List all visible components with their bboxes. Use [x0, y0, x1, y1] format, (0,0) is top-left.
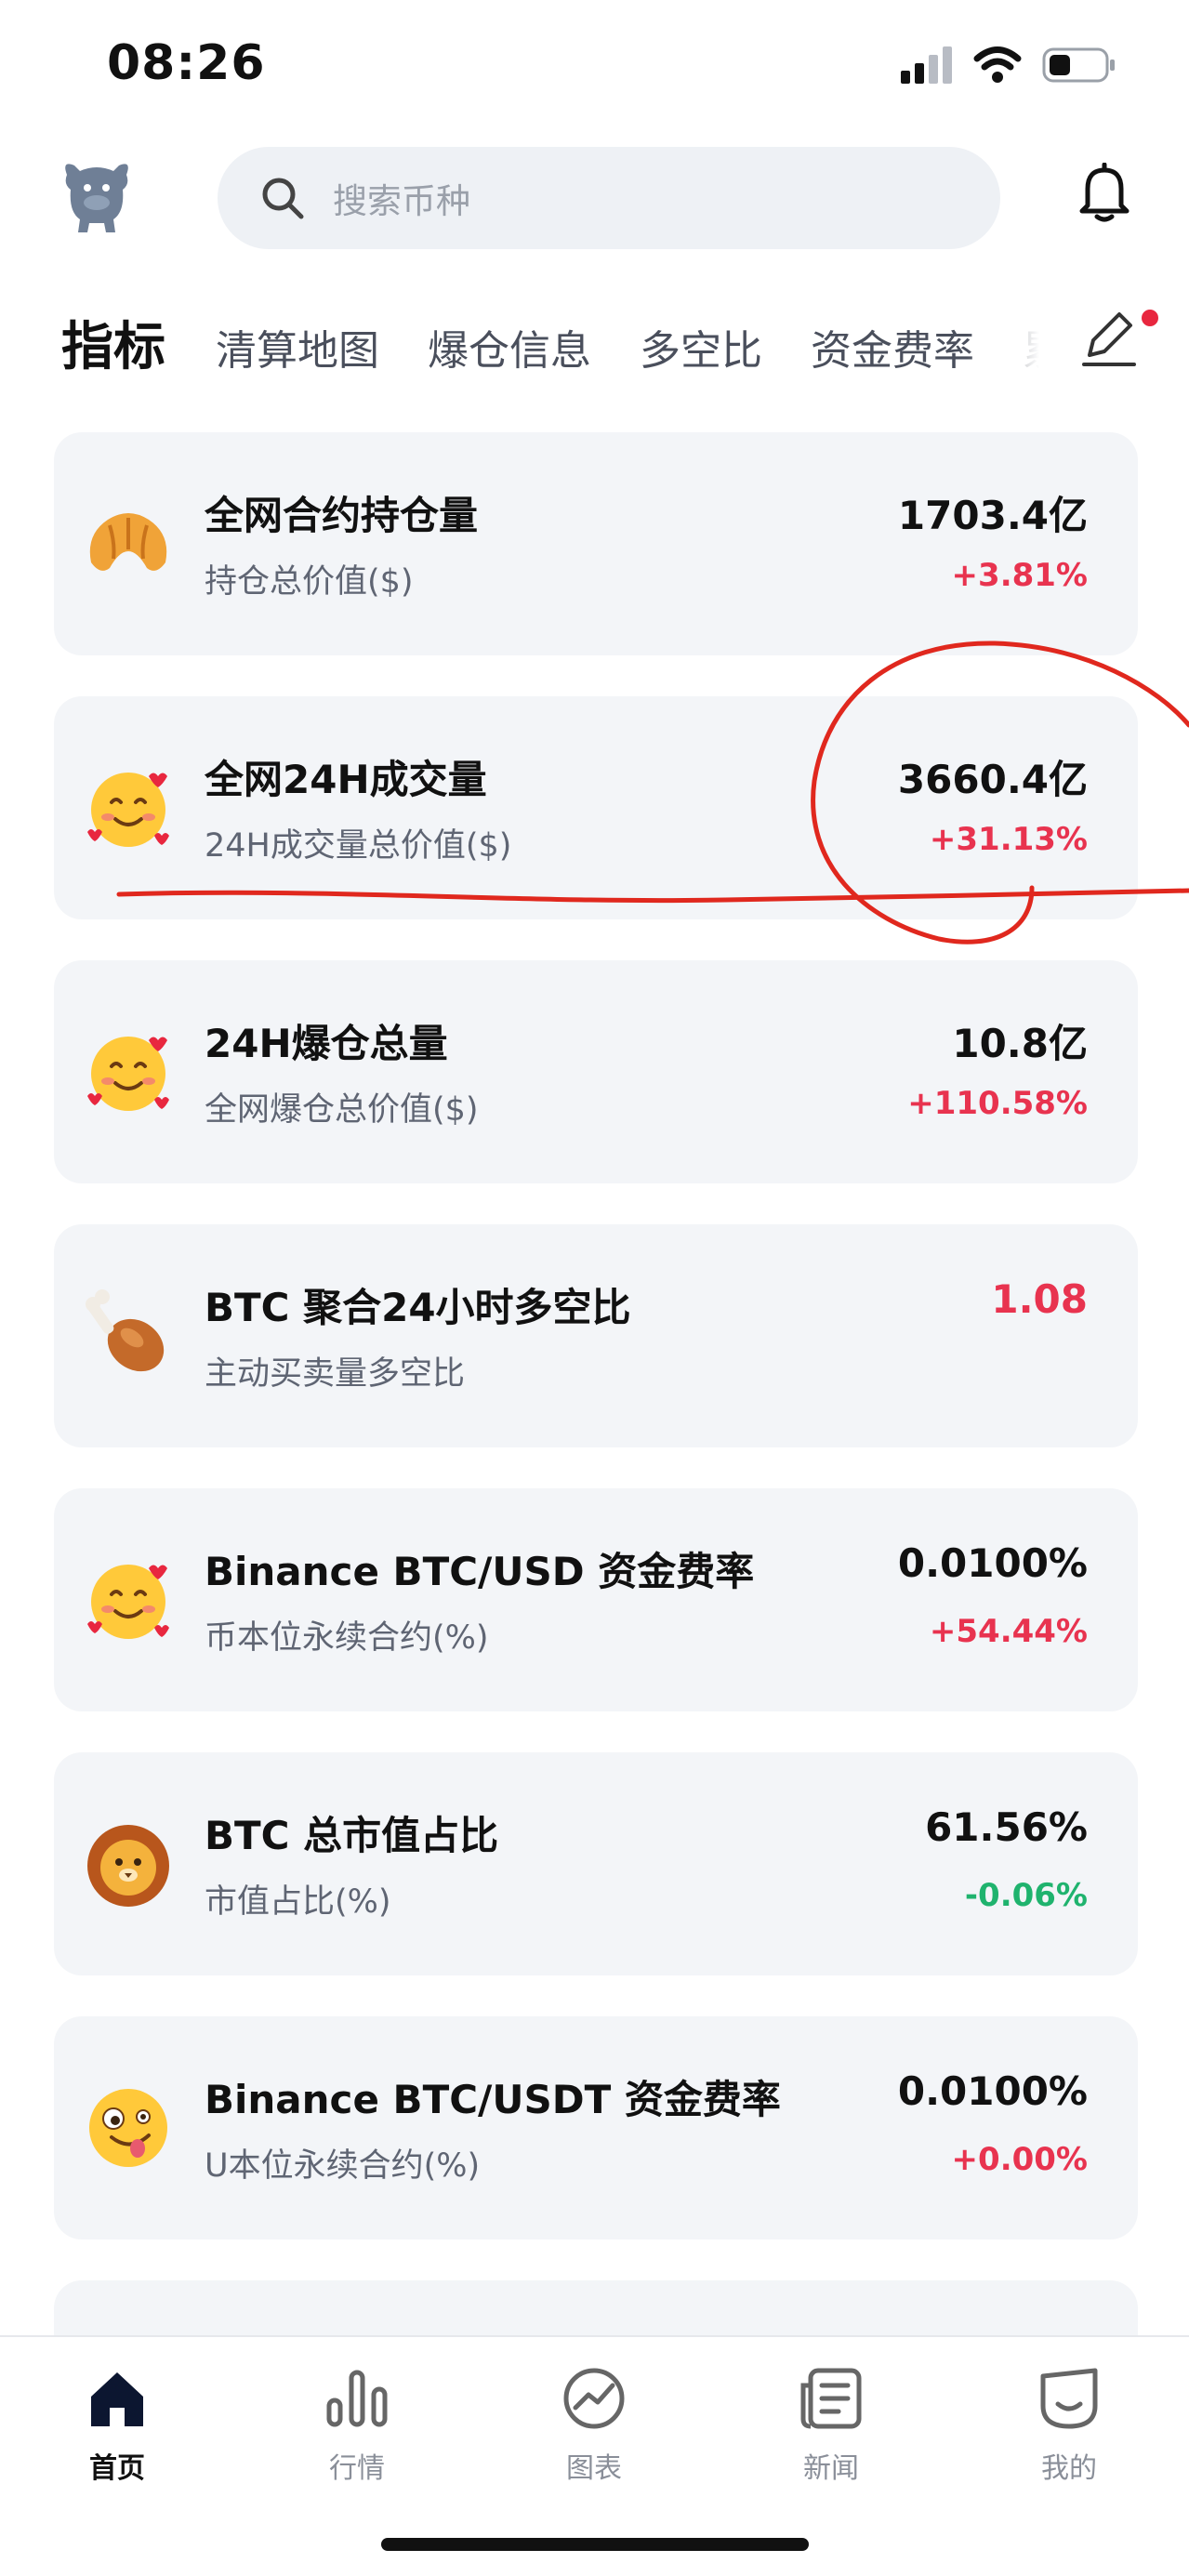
lion-icon [82, 1817, 175, 1910]
nav-home[interactable]: 首页 [43, 2365, 192, 2486]
card-subtitle: 持仓总价值($) [205, 563, 414, 601]
news-icon [800, 2368, 862, 2429]
battery-icon [1042, 47, 1115, 83]
drumstick-icon [82, 1289, 175, 1382]
card-title: Binance BTC/USDT 资金费率 [205, 2077, 781, 2122]
indicator-card-24h-liquidations[interactable]: 24H爆仓总量 全网爆仓总价值($) 10.8亿 +110.58% [54, 960, 1138, 1183]
card-value: 0.0100% [897, 2068, 1088, 2114]
cellular-signal-icon [901, 46, 952, 84]
card-subtitle: 市值占比(%) [205, 1883, 391, 1921]
bell-icon[interactable] [1078, 163, 1130, 222]
card-title: 全网24H成交量 [205, 757, 487, 802]
card-subtitle: 主动买卖量多空比 [205, 1355, 466, 1393]
card-change: +0.00% [951, 2141, 1088, 2178]
card-change: -0.06% [964, 1877, 1088, 1914]
nav-market[interactable]: 行情 [283, 2365, 431, 2486]
tab-funding-rate[interactable]: 资金费率 [811, 317, 974, 376]
card-value: 10.8亿 [952, 1021, 1088, 1066]
card-change: +3.81% [951, 557, 1088, 594]
card-value: 3660.4亿 [897, 757, 1088, 802]
card-title: 全网合约持仓量 [205, 493, 479, 538]
nav-label: 我的 [1041, 2452, 1097, 2485]
card-value: 0.0100% [897, 1540, 1088, 1586]
indicator-card-binance-btcusdt-funding[interactable]: Binance BTC/USDT 资金费率 U本位永续合约(%) 0.0100%… [54, 2016, 1138, 2239]
indicator-card-btc-dominance[interactable]: BTC 总市值占比 市值占比(%) 61.56% -0.06% [54, 1752, 1138, 1975]
smiling-face-with-hearts-icon [82, 1025, 175, 1118]
indicator-card-open-interest[interactable]: 全网合约持仓量 持仓总价值($) 1703.4亿 +3.81% [54, 432, 1138, 655]
search-icon [262, 178, 304, 219]
smiling-face-with-hearts-icon [82, 761, 175, 854]
wifi-icon [973, 46, 1022, 83]
card-change: +54.44% [929, 1613, 1088, 1650]
card-subtitle: 全网爆仓总价值($) [205, 1091, 479, 1129]
trend-chart-icon [563, 2368, 625, 2429]
tabs-fade [967, 297, 1078, 381]
nav-charts[interactable]: 图表 [520, 2365, 668, 2486]
notification-dot [1142, 310, 1158, 326]
tab-indicators[interactable]: 指标 [61, 305, 165, 379]
nav-label: 行情 [329, 2452, 385, 2485]
card-subtitle: 24H成交量总价值($) [205, 827, 512, 865]
card-subtitle: 币本位永续合约(%) [205, 1619, 489, 1657]
search-placeholder: 搜索币种 [333, 181, 470, 221]
tab-liquidation-info[interactable]: 爆仓信息 [428, 317, 591, 376]
nav-news[interactable]: 新闻 [757, 2365, 905, 2486]
pencil-icon[interactable] [1077, 305, 1151, 370]
nav-label: 首页 [89, 2452, 145, 2485]
card-change: +110.58% [907, 1085, 1088, 1122]
card-value: 1.08 [991, 1276, 1088, 1322]
card-title: BTC 总市值占比 [205, 1813, 499, 1858]
home-indicator [381, 2538, 809, 2551]
indicator-card-binance-btcusd-funding[interactable]: Binance BTC/USD 资金费率 币本位永续合约(%) 0.0100% … [54, 1488, 1138, 1711]
nav-label: 新闻 [803, 2452, 859, 2485]
bull-mascot-icon[interactable] [58, 156, 136, 236]
card-subtitle: U本位永续合约(%) [205, 2147, 481, 2185]
indicator-card-24h-volume[interactable]: 全网24H成交量 24H成交量总价值($) 3660.4亿 +31.13% [54, 696, 1138, 919]
search-bar[interactable]: 搜索币种 [218, 147, 1000, 249]
status-icons [901, 46, 1116, 84]
nav-profile[interactable]: 我的 [995, 2365, 1143, 2486]
croissant-icon [82, 497, 175, 590]
category-tabs: 指标清算地图爆仓信息多空比资金费率累计 [61, 305, 1047, 379]
indicator-card-btc-long-short[interactable]: BTC 聚合24小时多空比 主动买卖量多空比 1.08 [54, 1224, 1138, 1447]
tab-liquidation-map[interactable]: 清算地图 [216, 317, 379, 376]
card-title: Binance BTC/USD 资金费率 [205, 1549, 755, 1594]
card-title: 24H爆仓总量 [205, 1021, 448, 1066]
card-value: 61.56% [925, 1804, 1088, 1850]
profile-icon [1040, 2368, 1098, 2429]
home-icon [91, 2372, 143, 2426]
card-change: +31.13% [929, 821, 1088, 858]
smiling-face-with-hearts-icon [82, 1553, 175, 1646]
bar-chart-icon [326, 2370, 388, 2427]
nav-label: 图表 [566, 2452, 622, 2485]
status-time: 08:26 [107, 35, 266, 91]
zany-face-icon [82, 2081, 175, 2174]
card-value: 1703.4亿 [897, 493, 1088, 538]
card-title: BTC 聚合24小时多空比 [205, 1285, 631, 1330]
tab-long-short-ratio[interactable]: 多空比 [640, 317, 762, 376]
